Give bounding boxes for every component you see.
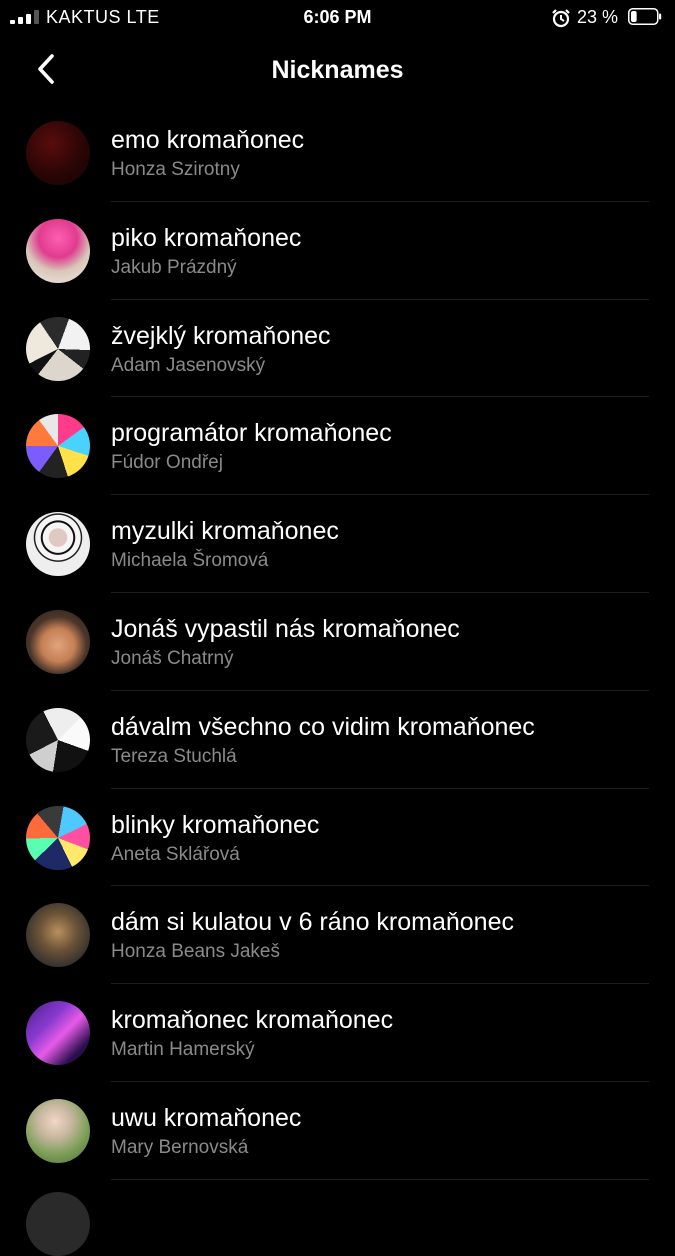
battery-icon (628, 8, 662, 25)
list-item[interactable]: žvejklý kromaňonec Adam Jasenovský (0, 300, 675, 398)
list-item[interactable]: dám si kulatou v 6 ráno kromaňonec Honza… (0, 886, 675, 985)
member-name: Michaela Šromová (111, 550, 269, 572)
list-item[interactable]: blinky kromaňonec Aneta Sklářová (0, 789, 675, 887)
list-item[interactable]: uwu kromaňonec Mary Bernovská (0, 1082, 675, 1180)
avatar (26, 414, 90, 479)
nickname-label: Jonáš vypastil nás kromaňonec (111, 614, 460, 643)
nav-bar: Nicknames (0, 40, 675, 100)
avatar (26, 218, 90, 283)
alarm-clock-icon (552, 9, 570, 28)
nickname-label: myzulki kromaňonec (111, 517, 339, 546)
member-name: Martin Hamerský (111, 1039, 255, 1061)
avatar (26, 805, 90, 870)
avatar (26, 121, 90, 185)
avatar (26, 707, 90, 772)
avatar (26, 609, 90, 674)
avatar (26, 903, 90, 968)
status-bar: KAKTUS LTE 6:06 PM 23 % (0, 0, 675, 36)
avatar (26, 1098, 90, 1163)
list-item[interactable]: kromaňonec kromaňonec Martin Hamerský (0, 984, 675, 1082)
list-item[interactable]: emo kromaňonec Honza Szirotny (0, 104, 675, 202)
list-item[interactable]: Jonáš vypastil nás kromaňonec Jonáš Chat… (0, 593, 675, 691)
nickname-label: dám si kulatou v 6 ráno kromaňonec (111, 908, 514, 937)
member-name: Jakub Prázdný (111, 256, 237, 278)
nickname-label: blinky kromaňonec (111, 810, 320, 839)
member-name: Mary Bernovská (111, 1136, 249, 1158)
battery-percentage: 23 % (577, 7, 619, 27)
status-time: 6:06 PM (303, 7, 372, 27)
nickname-label: uwu kromaňonec (111, 1103, 302, 1132)
nickname-list: emo kromaňonec Honza Szirotny piko kroma… (0, 104, 675, 1180)
avatar (26, 316, 90, 381)
nickname-label: dávalm všechno co vidim kromaňonec (111, 712, 535, 741)
avatar (26, 1192, 90, 1256)
divider (111, 1178, 649, 1180)
member-name: Honza Beans Jakeš (111, 941, 280, 963)
member-name: Tereza Stuchlá (111, 745, 237, 767)
member-name: Jonáš Chatrný (111, 647, 234, 669)
nickname-label: emo kromaňonec (111, 126, 305, 154)
list-item[interactable]: piko kromaňonec Jakub Prázdný (0, 202, 675, 300)
member-name: Adam Jasenovský (111, 354, 266, 376)
nickname-label: piko kromaňonec (111, 223, 302, 252)
list-item[interactable]: programátor kromaňonec Fúdor Ondřej (0, 397, 675, 496)
avatar (26, 1001, 90, 1066)
nickname-label: kromaňonec kromaňonec (111, 1006, 394, 1035)
page-title: Nicknames (271, 56, 404, 84)
avatar (26, 512, 90, 577)
list-item[interactable]: dávalm všechno co vidim kromaňonec Terez… (0, 691, 675, 789)
member-name: Aneta Sklářová (111, 843, 240, 865)
list-item[interactable]: myzulki kromaňonec Michaela Šromová (0, 495, 675, 593)
nickname-label: programátor kromaňonec (111, 419, 392, 448)
member-name: Fúdor Ondřej (111, 452, 223, 474)
member-name: Honza Szirotny (111, 159, 240, 180)
nickname-label: žvejklý kromaňonec (111, 321, 331, 350)
